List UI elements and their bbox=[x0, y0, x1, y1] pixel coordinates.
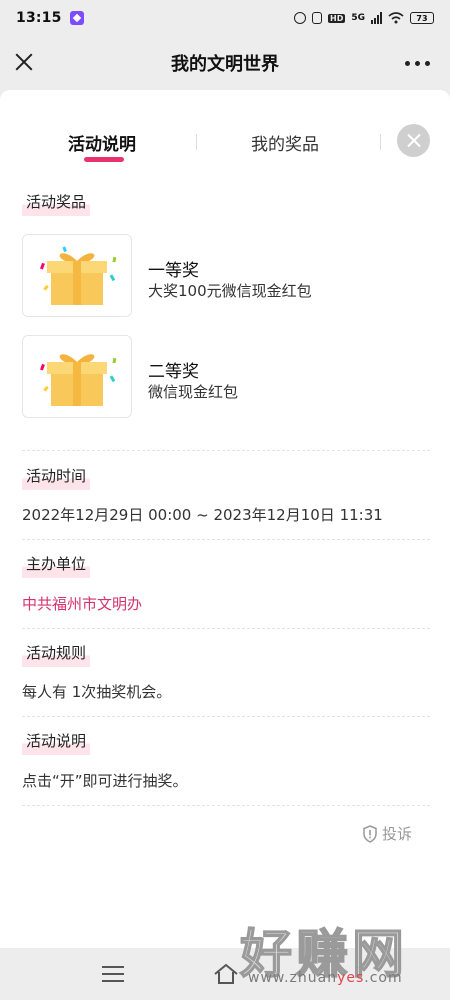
active-tab-indicator bbox=[84, 157, 124, 162]
prize-name: 二等奖 bbox=[148, 362, 199, 382]
app-notification-icon bbox=[69, 11, 84, 25]
status-time: 13:15 bbox=[16, 10, 62, 26]
organizer-value: 中共福州市文明办 bbox=[22, 595, 143, 613]
section-label-description: 活动说明 bbox=[22, 729, 91, 755]
divider bbox=[22, 450, 430, 451]
content-panel: 活动说明 我的奖品 活动奖品 一等奖 大奖100元微信现金红包 二等奖 微信现金… bbox=[0, 90, 450, 948]
tab-activity-description[interactable]: 活动说明 bbox=[68, 130, 136, 155]
menu-icon[interactable] bbox=[102, 966, 124, 982]
report-button[interactable]: 投诉 bbox=[362, 823, 412, 844]
vibrate-icon bbox=[312, 12, 322, 24]
section-label-prizes: 活动奖品 bbox=[22, 190, 91, 216]
prize-name: 一等奖 bbox=[148, 261, 199, 281]
activity-time-value: 2022年12月29日 00:00 ~ 2023年12月10日 11:31 bbox=[22, 506, 383, 524]
tab-divider bbox=[196, 134, 197, 150]
battery-icon: 73 bbox=[410, 12, 434, 24]
more-options-icon[interactable] bbox=[405, 61, 430, 66]
gift-icon bbox=[40, 354, 117, 406]
status-icons: HD 5G 73 bbox=[294, 12, 434, 24]
tab-my-prizes[interactable]: 我的奖品 bbox=[251, 130, 319, 155]
alarm-icon bbox=[294, 12, 306, 24]
section-label-organizer: 主办单位 bbox=[22, 552, 91, 578]
watermark: 好赚网 www.zhuanyes.com bbox=[239, 912, 440, 992]
status-bar: 13:15 HD 5G 73 bbox=[0, 0, 450, 36]
gift-icon bbox=[40, 246, 117, 305]
close-icon[interactable] bbox=[14, 52, 34, 72]
tab-bar: 活动说明 我的奖品 bbox=[0, 90, 450, 180]
network-type: 5G bbox=[351, 13, 365, 23]
title-bar: 我的文明世界 bbox=[0, 36, 450, 90]
signal-icon bbox=[371, 12, 382, 24]
section-label-time: 活动时间 bbox=[22, 464, 91, 490]
divider bbox=[22, 628, 430, 629]
wifi-icon bbox=[388, 12, 404, 24]
prize-description: 大奖100元微信现金红包 bbox=[148, 282, 312, 300]
rules-value: 每人有 1次抽奖机会。 bbox=[22, 683, 172, 701]
home-icon[interactable] bbox=[212, 962, 240, 986]
divider bbox=[22, 805, 430, 806]
divider bbox=[22, 716, 430, 717]
tab-divider bbox=[380, 134, 381, 150]
section-label-rules: 活动规则 bbox=[22, 641, 91, 667]
prize-image bbox=[22, 335, 132, 418]
divider bbox=[22, 539, 430, 540]
watermark-url: www.zhuanyes.com bbox=[248, 970, 403, 986]
report-label: 投诉 bbox=[382, 825, 413, 843]
hd-icon: HD bbox=[328, 13, 346, 23]
close-panel-button[interactable] bbox=[397, 124, 430, 157]
prize-description: 微信现金红包 bbox=[148, 383, 239, 401]
page-title: 我的文明世界 bbox=[171, 54, 279, 75]
description-value: 点击“开”即可进行抽奖。 bbox=[22, 772, 188, 790]
shield-icon bbox=[363, 824, 377, 843]
prize-image bbox=[22, 234, 132, 317]
